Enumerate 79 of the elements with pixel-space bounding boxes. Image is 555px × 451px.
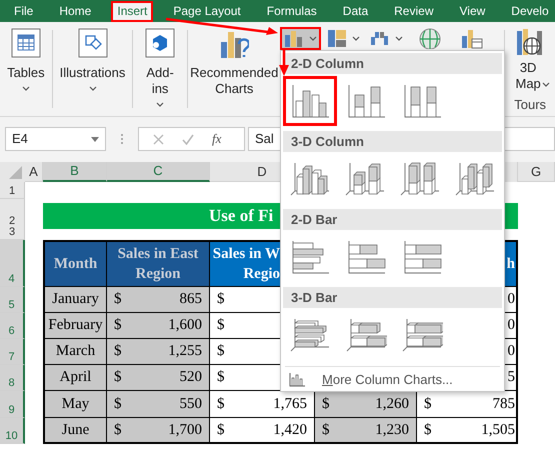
cell-reference: E4 xyxy=(12,130,28,148)
ribbon-tab[interactable]: Home xyxy=(53,1,98,22)
row-header[interactable]: 3 xyxy=(0,226,25,240)
row-header[interactable]: 7 xyxy=(0,339,25,365)
table-cell: May xyxy=(43,391,107,418)
currency-symbol: $ xyxy=(217,368,224,388)
currency-symbol: $ xyxy=(322,394,330,414)
table-cell: April xyxy=(43,365,107,391)
currency-symbol: $ xyxy=(217,316,224,336)
currency-symbol: $ xyxy=(114,342,122,362)
ribbon-button[interactable]: Recommended Charts xyxy=(188,22,280,112)
ribbon-tab[interactable]: View xyxy=(454,1,492,22)
currency-symbol: $ xyxy=(322,420,330,440)
column-header[interactable]: C xyxy=(107,162,210,182)
ribbon-button[interactable]: Illustrations xyxy=(52,22,132,112)
row-header[interactable]: 8 xyxy=(0,365,25,391)
amount: 1,420 xyxy=(273,420,307,440)
amount: 550 xyxy=(180,394,202,414)
currency-symbol: $ xyxy=(424,394,432,414)
currency-symbol: $ xyxy=(217,420,224,440)
ribbon-button[interactable]: Add-ins xyxy=(133,22,187,112)
currency-symbol: $ xyxy=(114,290,122,310)
amount: 1,700 xyxy=(168,420,202,440)
amount: 865 xyxy=(180,290,202,310)
column-header[interactable]: B xyxy=(43,162,107,182)
amount: 1,260 xyxy=(375,394,409,414)
currency-symbol: $ xyxy=(114,394,122,414)
column-header[interactable]: G xyxy=(518,162,555,182)
table-cell: March xyxy=(43,339,107,365)
name-box[interactable]: E4 xyxy=(5,127,106,151)
ribbon-tab[interactable]: Insert xyxy=(111,1,154,22)
currency-symbol: $ xyxy=(217,394,224,414)
amount: 0 xyxy=(508,290,515,310)
ribbon-tab[interactable]: Data xyxy=(336,1,374,22)
group-label: Tours xyxy=(514,96,546,114)
ribbon-tab[interactable]: File xyxy=(8,1,40,22)
section-heading: 3-D Bar xyxy=(283,287,502,308)
amount: 1,600 xyxy=(168,316,202,336)
ribbon-tab[interactable]: Develo xyxy=(505,1,555,22)
ribbon-button[interactable]: Tables xyxy=(0,22,52,112)
column-heading: Sales in East Region xyxy=(116,245,200,284)
row-header[interactable]: 9 xyxy=(0,391,25,418)
row-header[interactable]: 6 xyxy=(0,313,25,339)
section-heading: 2-D Column xyxy=(283,53,502,74)
amount: 520 xyxy=(180,368,202,388)
currency-symbol: $ xyxy=(114,420,122,440)
amount: 1,230 xyxy=(375,420,409,440)
column-heading: Month xyxy=(54,255,98,274)
amount: 785 xyxy=(492,394,515,414)
amount: 1,255 xyxy=(168,342,202,362)
row-header[interactable]: 2 xyxy=(0,199,25,228)
amount: 0 xyxy=(508,342,515,362)
title-text: Use of Fi xyxy=(209,205,274,227)
row-header[interactable]: 10 xyxy=(0,418,25,444)
ribbon-tab[interactable]: Review xyxy=(388,1,440,22)
currency-symbol: $ xyxy=(114,316,122,336)
table-cell: February xyxy=(43,313,107,339)
currency-symbol: $ xyxy=(114,368,122,388)
table-cell: January xyxy=(43,287,107,313)
ribbon-tab[interactable]: Formulas xyxy=(260,1,323,22)
insert-function-button[interactable]: fx xyxy=(212,129,222,149)
currency-symbol: $ xyxy=(217,342,224,362)
ribbon-tab[interactable]: Page Layout xyxy=(167,1,247,22)
column-heading: Sales in W Regio xyxy=(212,245,280,284)
section-heading: 2-D Bar xyxy=(283,209,502,230)
table-cell: June xyxy=(43,418,107,444)
section-heading: 3-D Column xyxy=(283,131,502,152)
amount: 1,765 xyxy=(273,394,307,414)
amount: 0 xyxy=(508,316,515,336)
ribbon-button[interactable]: 3D Map xyxy=(510,60,546,92)
currency-symbol: $ xyxy=(424,420,432,440)
row-header[interactable]: 1 xyxy=(0,182,25,199)
row-header[interactable]: 5 xyxy=(0,287,25,313)
amount: 5 xyxy=(508,368,515,388)
column-heading: h xyxy=(506,255,515,274)
menu-link[interactable]: More Column Charts... xyxy=(322,370,453,390)
amount: 1,505 xyxy=(481,420,515,440)
row-header[interactable]: 4 xyxy=(0,240,25,287)
currency-symbol: $ xyxy=(217,290,224,310)
